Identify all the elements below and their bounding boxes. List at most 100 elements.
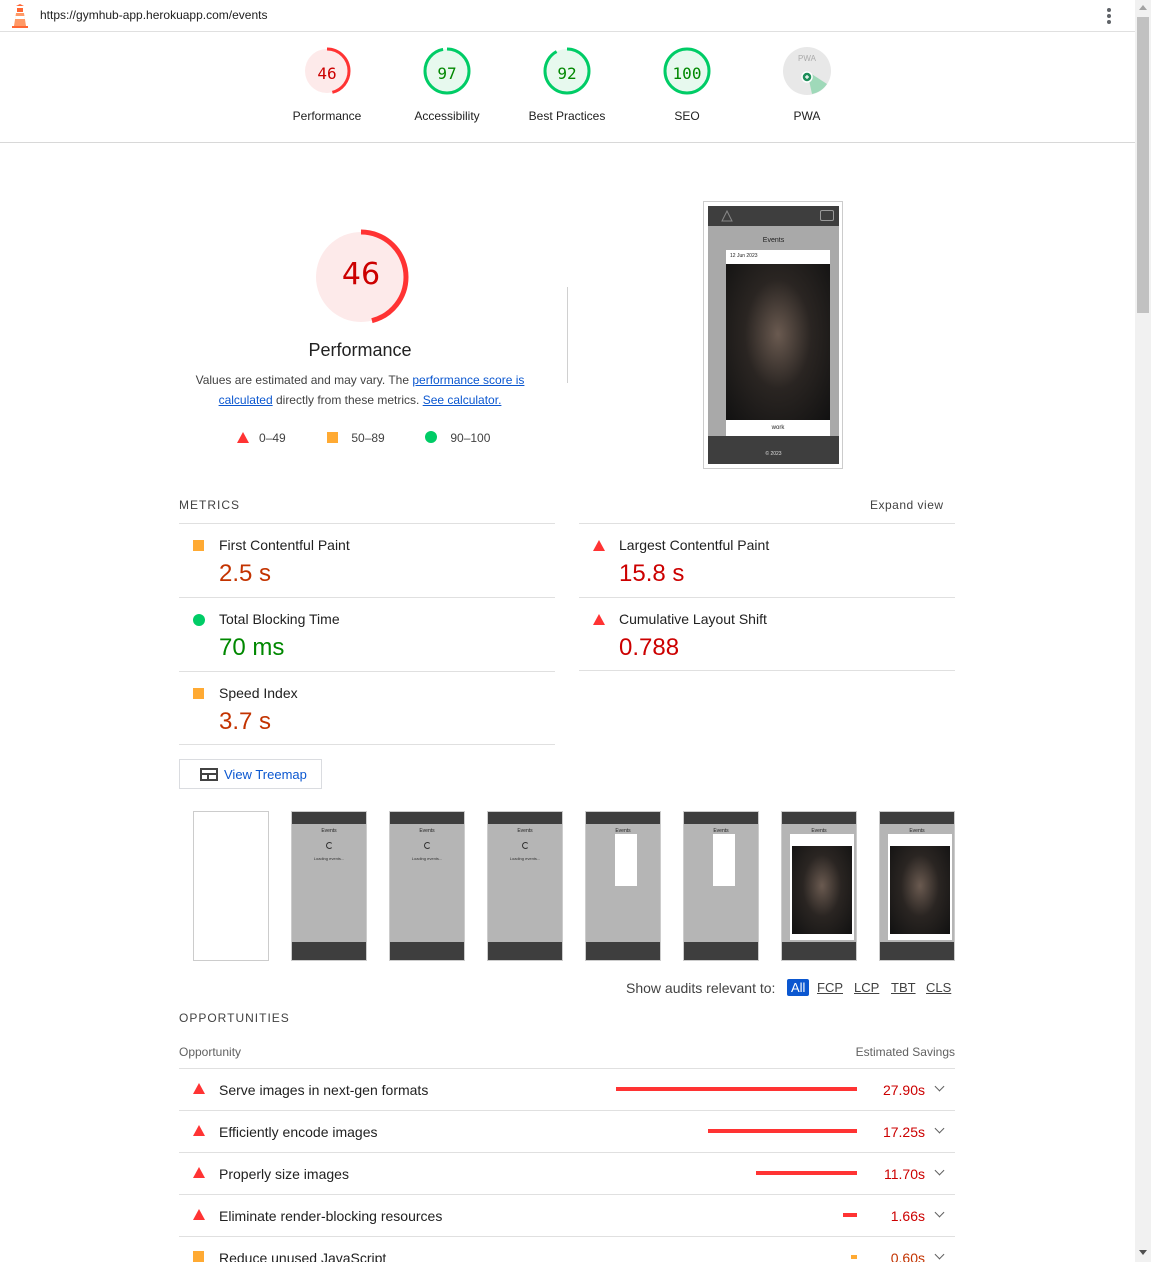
frame-navbar	[880, 812, 954, 824]
final-screenshot[interactable]: Events 12 Jun 2023 work © 2023	[703, 201, 843, 469]
screenshot-caption: work	[771, 425, 785, 431]
opportunity-row[interactable]: Properly size images 11.70s	[179, 1153, 955, 1195]
metric-largest-contentful-paint: Largest Contentful Paint 15.8 s	[579, 523, 955, 597]
hamburger-menu-icon	[820, 210, 834, 221]
opportunity-name: Eliminate render-blocking resources	[219, 1208, 443, 1224]
opportunity-row[interactable]: Efficiently encode images 17.25s	[179, 1111, 955, 1153]
filmstrip-frame: Events	[585, 811, 661, 961]
metric-name: Speed Index	[219, 685, 298, 701]
scroll-up-arrow-icon[interactable]	[1139, 5, 1147, 10]
gauge-accessibility[interactable]: 97 Accessibility	[397, 46, 497, 123]
expand-view-button[interactable]: Expand view	[870, 498, 944, 512]
triangle-icon	[193, 1209, 205, 1220]
performance-description: Values are estimated and may vary. The p…	[190, 370, 530, 410]
opportunity-savings: 1.66s	[890, 1208, 925, 1224]
screenshot-page: Events 12 Jun 2023 work © 2023	[708, 206, 839, 464]
frame-title: Events	[517, 828, 533, 834]
pwa-badge-label: PWA	[798, 54, 817, 63]
frame-navbar	[684, 812, 758, 824]
spinner-icon	[522, 842, 529, 849]
chevron-down-icon[interactable]	[934, 1165, 945, 1176]
square-icon	[193, 540, 204, 551]
view-treemap-button[interactable]: View Treemap	[179, 759, 322, 789]
frame-photo	[792, 846, 852, 934]
triangle-icon	[593, 614, 605, 625]
gauge-performance[interactable]: 46 Performance	[277, 46, 377, 123]
frame-footer	[782, 942, 856, 960]
frame-title: Events	[713, 828, 729, 834]
chevron-down-icon[interactable]	[934, 1207, 945, 1218]
frame-title: Events	[321, 828, 337, 834]
gauge-best-practices[interactable]: 92 Best Practices	[517, 46, 617, 123]
filter-fcp[interactable]: FCP	[817, 980, 843, 995]
filmstrip-frame: Events	[879, 811, 955, 961]
metric-value: 70 ms	[219, 634, 285, 661]
divider	[567, 287, 568, 383]
chevron-down-icon[interactable]	[934, 1081, 945, 1092]
gauge-score: 46	[317, 64, 337, 83]
savings-bar	[755, 1171, 857, 1175]
filter-all[interactable]: All	[787, 979, 810, 996]
frame-card	[615, 834, 637, 886]
opportunity-column-header: Opportunity	[179, 1045, 242, 1059]
legend-label: 50–89	[351, 431, 385, 445]
see-calculator-link[interactable]: See calculator.	[423, 393, 502, 407]
triangle-icon	[193, 1083, 205, 1094]
site-logo-icon	[721, 210, 733, 222]
filmstrip-frame: Events	[781, 811, 857, 961]
metrics-title: METRICS	[179, 498, 240, 512]
frame-footer	[390, 942, 464, 960]
filter-lcp[interactable]: LCP	[854, 980, 879, 995]
scrollbar[interactable]	[1135, 0, 1151, 1262]
scroll-down-arrow-icon[interactable]	[1139, 1250, 1147, 1255]
gauge-label: Best Practices	[528, 109, 606, 123]
opportunity-savings: 11.70s	[884, 1166, 925, 1182]
event-photo	[726, 264, 830, 420]
metric-total-blocking-time: Total Blocking Time 70 ms	[179, 597, 555, 671]
frame-loading-text: Loading events...	[313, 856, 345, 861]
frame-footer	[292, 942, 366, 960]
gauge-pwa[interactable]: PWA PWA	[757, 46, 857, 123]
frame-navbar	[586, 812, 660, 824]
filmstrip-frame: Events Loading events...	[487, 811, 563, 961]
performance-title: Performance	[308, 340, 412, 360]
frame-navbar	[292, 812, 366, 824]
savings-bar	[616, 1087, 857, 1091]
legend-pass: 90–100	[425, 431, 490, 445]
chevron-down-icon[interactable]	[934, 1249, 945, 1260]
square-icon	[327, 432, 338, 443]
gauge-seo[interactable]: 100 SEO	[637, 46, 737, 123]
filter-cls[interactable]: CLS	[926, 980, 951, 995]
spinner-icon	[424, 842, 431, 849]
metric-name: Largest Contentful Paint	[619, 537, 770, 553]
top-bar: https://gymhub-app.herokuapp.com/events	[0, 0, 1135, 32]
filter-tbt[interactable]: TBT	[891, 980, 916, 995]
opportunity-name: Serve images in next-gen formats	[219, 1082, 429, 1098]
screenshot-navbar	[708, 206, 839, 226]
gauge-label: Accessibility	[414, 109, 480, 123]
opportunity-row[interactable]: Eliminate render-blocking resources 1.66s	[179, 1195, 955, 1237]
metric-name: First Contentful Paint	[219, 537, 350, 553]
frame-navbar	[390, 812, 464, 824]
frame-loading-text: Loading events...	[411, 856, 443, 861]
opportunity-row[interactable]: Serve images in next-gen formats 27.90s	[179, 1069, 955, 1111]
opportunity-row[interactable]: Reduce unused JavaScript 0.60s	[179, 1237, 955, 1262]
savings-bar	[708, 1129, 857, 1133]
triangle-icon	[237, 432, 249, 443]
pwa-badge-icon: PWA	[783, 47, 831, 95]
more-menu-icon[interactable]	[1100, 6, 1118, 26]
frame-navbar	[782, 812, 856, 824]
desc-text: Values are estimated and may vary. The	[195, 373, 413, 387]
legend-fail: 0–49	[237, 431, 286, 445]
triangle-icon	[193, 1125, 205, 1136]
scrollbar-thumb[interactable]	[1137, 17, 1149, 313]
filmstrip-frame: Events	[683, 811, 759, 961]
screenshot-footer: © 2023	[708, 436, 839, 464]
performance-score: 46	[341, 257, 381, 292]
gauge-score: 97	[437, 64, 457, 83]
gauge-score: 92	[557, 64, 577, 83]
chevron-down-icon[interactable]	[934, 1123, 945, 1134]
opportunity-savings: 27.90s	[882, 1082, 925, 1098]
savings-bar	[842, 1213, 857, 1217]
gauge-label: PWA	[793, 109, 821, 123]
